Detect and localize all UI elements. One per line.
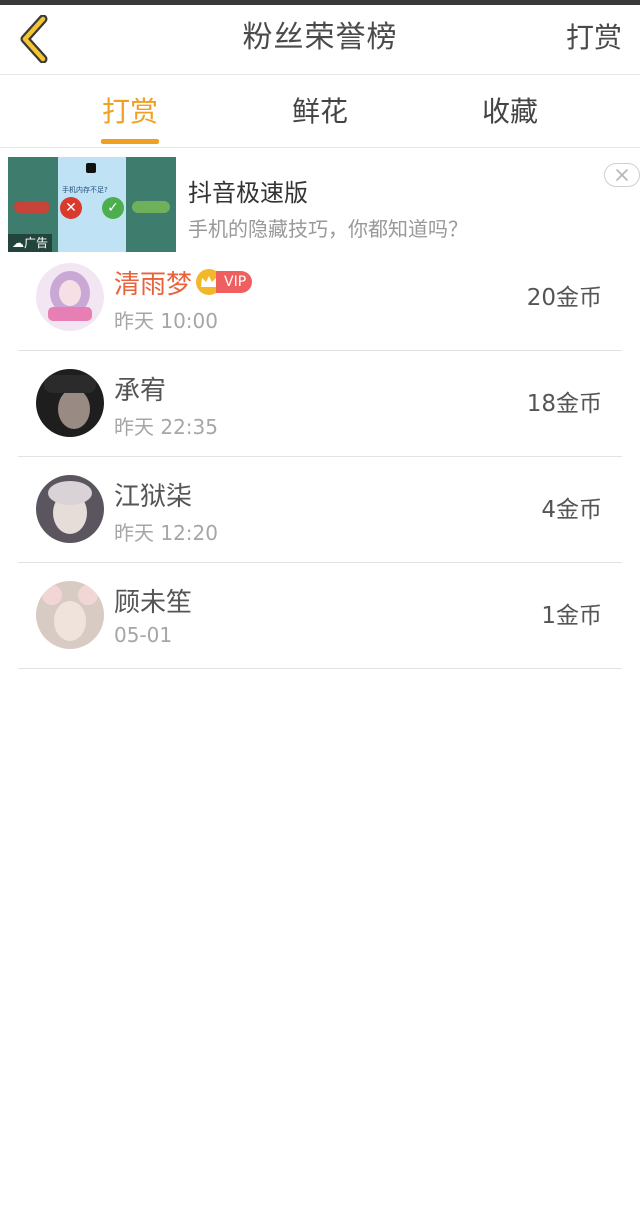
reward-time: 昨天 10:00 [114, 309, 218, 333]
vip-badge: VIP [216, 271, 253, 293]
ad-thumb-text: 手机内存不足? [62, 186, 108, 194]
list-item[interactable]: 顾未笙 05-01 1金币 [18, 563, 622, 669]
name-line: 承宥 [114, 370, 166, 407]
tiktok-logo-icon [86, 163, 96, 173]
tab-label: 收藏 [481, 95, 538, 128]
nav-header: 粉丝荣誉榜 打赏 [0, 5, 640, 75]
page-title: 粉丝荣誉榜 [242, 20, 398, 55]
reward-time: 05-01 [114, 623, 173, 647]
tab-label: 打赏 [101, 95, 158, 128]
avatar[interactable] [36, 581, 104, 649]
fan-ranking-list: 清雨梦 VIP 昨天 10:00 20金币 承宥 昨天 22:35 18金币 江… [18, 245, 622, 669]
avatar[interactable] [36, 369, 104, 437]
avatar-image [36, 369, 104, 437]
tab-favorites[interactable]: 收藏 [450, 76, 570, 148]
ad-banner[interactable]: 手机内存不足? ✕ ✓ ☁广告 抖音极速版 手机的隐藏技巧，你都知道吗？ [8, 157, 640, 252]
ad-title: 抖音极速版 [188, 179, 308, 207]
avatar[interactable] [36, 263, 104, 331]
name-line: 江狱柒 [114, 476, 192, 513]
ad-close-button[interactable] [604, 163, 640, 187]
reward-time: 昨天 12:20 [114, 521, 218, 545]
ad-graphic-left [14, 201, 50, 213]
reward-time: 昨天 22:35 [114, 415, 218, 439]
list-item[interactable]: 承宥 昨天 22:35 18金币 [18, 351, 622, 457]
name-line: 清雨梦 VIP [114, 264, 253, 301]
ad-thumbnail[interactable]: 手机内存不足? ✕ ✓ ☁广告 [8, 157, 176, 252]
ad-graphic-right [132, 201, 170, 213]
tab-reward[interactable]: 打赏 [70, 76, 190, 148]
avatar-image [36, 581, 104, 649]
user-name[interactable]: 顾未笙 [114, 582, 192, 619]
coin-amount: 1金币 [541, 603, 602, 629]
coin-amount: 4金币 [541, 497, 602, 523]
reward-button[interactable]: 打赏 [566, 5, 622, 75]
avatar-image [36, 263, 104, 331]
active-tab-indicator [101, 139, 159, 144]
avatar-image [36, 475, 104, 543]
list-item[interactable]: 清雨梦 VIP 昨天 10:00 20金币 [18, 245, 622, 351]
tab-bar: 打赏 鲜花 收藏 [0, 76, 640, 148]
coin-amount: 20金币 [526, 285, 602, 311]
cross-icon: ✕ [60, 197, 82, 219]
check-icon: ✓ [102, 197, 124, 219]
name-line: 顾未笙 [114, 582, 192, 619]
user-name[interactable]: 承宥 [114, 370, 166, 407]
avatar[interactable] [36, 475, 104, 543]
coin-amount: 18金币 [526, 391, 602, 417]
user-name[interactable]: 清雨梦 [114, 264, 192, 301]
close-icon [616, 169, 628, 181]
user-name[interactable]: 江狱柒 [114, 476, 192, 513]
list-item[interactable]: 江狱柒 昨天 12:20 4金币 [18, 457, 622, 563]
tab-label: 鲜花 [291, 95, 348, 128]
ad-subtitle: 手机的隐藏技巧，你都知道吗？ [188, 217, 468, 241]
tab-flowers[interactable]: 鲜花 [260, 76, 380, 148]
